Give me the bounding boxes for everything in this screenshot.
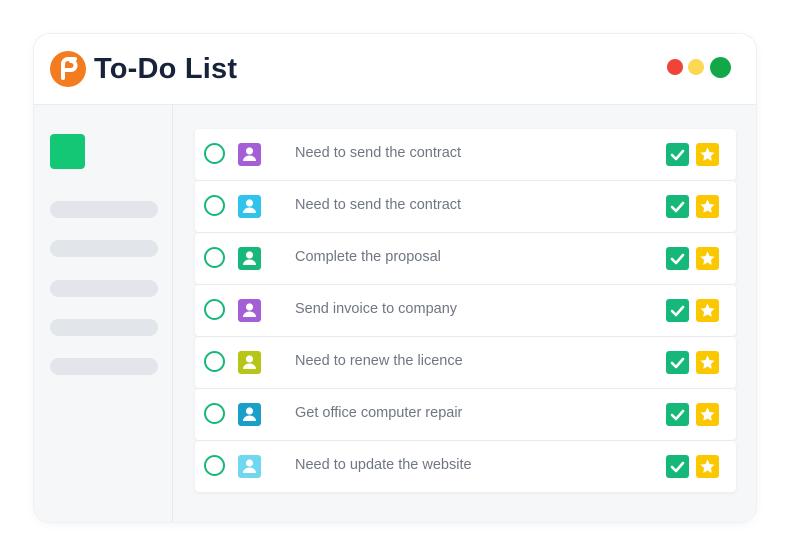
- body-area: Need to send the contract Need to send t…: [34, 105, 756, 522]
- complete-checkbox[interactable]: [204, 455, 225, 476]
- task-row[interactable]: Get office computer repair: [195, 389, 736, 440]
- task-text: Get office computer repair: [295, 405, 463, 421]
- task-list: Need to send the contract Need to send t…: [173, 105, 756, 522]
- window-maximize-button[interactable]: [710, 57, 731, 78]
- app-logo-icon: [50, 51, 86, 87]
- task-text: Need to renew the licence: [295, 353, 463, 369]
- complete-checkbox[interactable]: [204, 403, 225, 424]
- user-icon: [238, 143, 261, 166]
- user-icon: [238, 455, 261, 478]
- checkmark-icon[interactable]: [666, 351, 689, 374]
- task-text: Complete the proposal: [295, 249, 441, 265]
- app-title: To-Do List: [94, 53, 238, 85]
- checkmark-icon[interactable]: [666, 247, 689, 270]
- complete-checkbox[interactable]: [204, 195, 225, 216]
- checkmark-icon[interactable]: [666, 403, 689, 426]
- checkmark-icon[interactable]: [666, 299, 689, 322]
- user-icon: [238, 247, 261, 270]
- task-row[interactable]: Complete the proposal: [195, 233, 736, 284]
- complete-checkbox[interactable]: [204, 299, 225, 320]
- task-text: Need to send the contract: [295, 145, 462, 161]
- window-minimize-button[interactable]: [688, 59, 704, 75]
- user-icon: [238, 195, 261, 218]
- checkmark-icon[interactable]: [666, 143, 689, 166]
- star-icon[interactable]: [696, 351, 719, 374]
- sidebar-item[interactable]: [50, 319, 158, 336]
- star-icon[interactable]: [696, 143, 719, 166]
- task-text: Need to send the contract: [295, 197, 462, 213]
- task-row[interactable]: Need to renew the licence: [195, 337, 736, 388]
- sidebar-home-icon[interactable]: [50, 134, 85, 169]
- checkmark-icon[interactable]: [666, 455, 689, 478]
- sidebar-item[interactable]: [50, 240, 158, 257]
- complete-checkbox[interactable]: [204, 143, 225, 164]
- sidebar-item[interactable]: [50, 358, 158, 375]
- complete-checkbox[interactable]: [204, 351, 225, 372]
- checkmark-icon[interactable]: [666, 195, 689, 218]
- star-icon[interactable]: [696, 247, 719, 270]
- window-close-button[interactable]: [667, 59, 683, 75]
- task-text: Send invoice to company: [295, 301, 458, 317]
- complete-checkbox[interactable]: [204, 247, 225, 268]
- sidebar-item[interactable]: [50, 201, 158, 218]
- task-row[interactable]: Need to update the website: [195, 441, 736, 492]
- user-icon: [238, 403, 261, 426]
- star-icon[interactable]: [696, 403, 719, 426]
- user-icon: [238, 351, 261, 374]
- star-icon[interactable]: [696, 195, 719, 218]
- sidebar-item[interactable]: [50, 280, 158, 297]
- app-window: To-Do List Need to send the contract Nee…: [34, 34, 756, 522]
- task-text: Need to update the website: [295, 457, 472, 473]
- user-icon: [238, 299, 261, 322]
- task-row[interactable]: Need to send the contract: [195, 181, 736, 232]
- star-icon[interactable]: [696, 455, 719, 478]
- task-row[interactable]: Need to send the contract: [195, 129, 736, 180]
- title-bar: To-Do List: [34, 34, 756, 105]
- star-icon[interactable]: [696, 299, 719, 322]
- task-row[interactable]: Send invoice to company: [195, 285, 736, 336]
- sidebar: [34, 105, 173, 522]
